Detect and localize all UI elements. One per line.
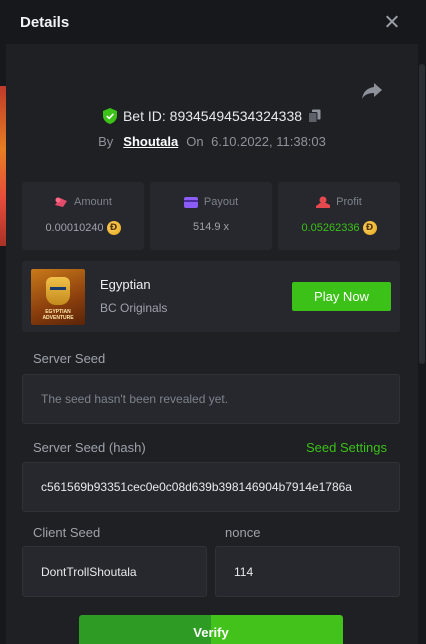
nonce-field[interactable]: 114 xyxy=(215,546,400,597)
copy-icon[interactable] xyxy=(308,109,321,123)
coin-icon: Ð xyxy=(106,221,121,235)
scrollbar[interactable] xyxy=(419,64,425,364)
stat-amount: Amount 0.00010240 Ð xyxy=(22,182,144,250)
modal-header: Details xyxy=(6,0,418,44)
profit-value: 0.05262336 xyxy=(301,222,360,234)
bet-id-row: Bet ID: 89345494534324338 xyxy=(6,108,418,124)
play-now-button[interactable]: Play Now xyxy=(292,282,391,311)
game-card: EGYPTIAN ADVENTURE Egyptian BC Originals… xyxy=(22,261,400,332)
modal-title: Details xyxy=(20,13,70,31)
bet-datetime: 6.10.2022, 11:38:03 xyxy=(211,134,326,149)
profit-icon xyxy=(316,196,331,208)
payout-card-icon xyxy=(183,196,198,208)
username-link[interactable]: Shoutala xyxy=(123,134,178,149)
coin-icon: Ð xyxy=(362,221,377,235)
on-label: On xyxy=(186,134,204,149)
payout-label: Payout xyxy=(203,196,239,208)
nonce-label: nonce xyxy=(225,525,261,540)
by-label: By xyxy=(98,134,114,149)
game-provider: BC Originals xyxy=(100,301,168,315)
bet-id: Bet ID: 89345494534324338 xyxy=(122,108,303,124)
stat-payout: Payout 514.9 x xyxy=(150,182,272,250)
pharaoh-icon xyxy=(46,277,70,305)
client-seed-field[interactable]: DontTrollShoutala xyxy=(22,546,207,597)
background-right-edge xyxy=(418,0,426,644)
server-seed-hash-field[interactable]: c561569b93351cec0e0c08d639b398146904b791… xyxy=(22,462,400,512)
profit-label: Profit xyxy=(336,196,362,208)
amount-label: Amount xyxy=(74,196,112,208)
server-seed-label: Server Seed xyxy=(33,351,106,366)
server-seed-field[interactable]: The seed hasn't been revealed yet. xyxy=(22,374,400,424)
bet-meta-row: By Shoutala On 6.10.2022, 11:38:03 xyxy=(6,134,418,149)
game-thumbnail[interactable]: EGYPTIAN ADVENTURE xyxy=(31,269,85,325)
game-thumbnail-text: EGYPTIAN ADVENTURE xyxy=(42,309,74,321)
amount-icon xyxy=(55,197,68,207)
close-icon[interactable] xyxy=(382,12,402,32)
client-seed-label: Client Seed xyxy=(33,525,101,540)
details-modal: Details Bet ID: 89345494534324338 By Shou… xyxy=(6,0,418,644)
game-name: Egyptian xyxy=(100,277,151,292)
server-seed-hash-label: Server Seed (hash) xyxy=(33,440,146,455)
bet-stats: Amount 0.00010240 Ð Payout 514.9 x Profi… xyxy=(22,182,400,250)
stat-profit: Profit 0.05262336 Ð xyxy=(278,182,400,250)
seed-settings-link[interactable]: Seed Settings xyxy=(306,440,387,455)
amount-value: 0.00010240 xyxy=(45,222,104,234)
verify-button[interactable]: Verify xyxy=(79,615,343,644)
payout-value: 514.9 x xyxy=(192,221,230,233)
share-icon[interactable] xyxy=(361,82,383,100)
verified-shield-icon xyxy=(102,108,117,124)
